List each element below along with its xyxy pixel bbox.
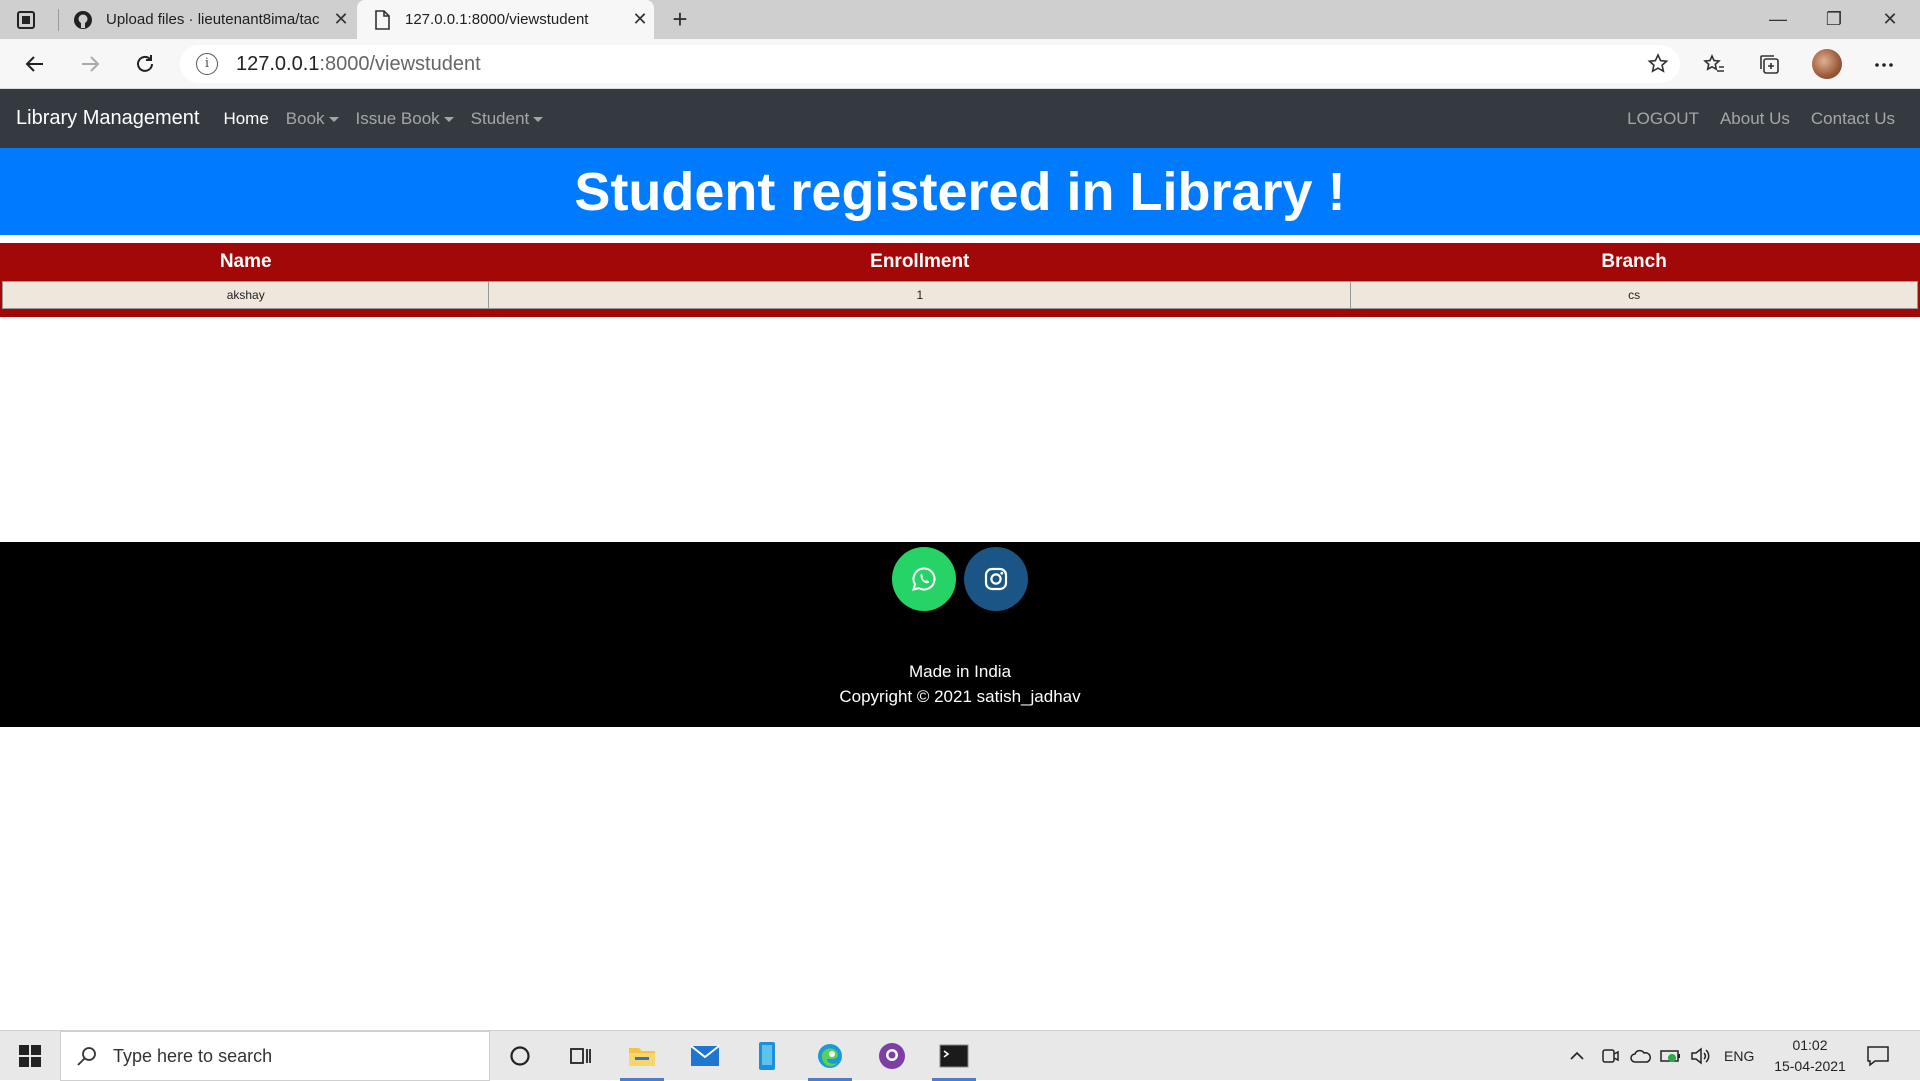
volume-icon[interactable] <box>1690 1031 1712 1081</box>
collections-icon[interactable] <box>1756 51 1784 79</box>
add-favorite-icon[interactable] <box>1646 52 1670 76</box>
terminal-icon[interactable] <box>924 1031 984 1081</box>
favorites-icon[interactable] <box>1700 51 1728 79</box>
instagram-icon[interactable] <box>964 547 1028 611</box>
minimize-icon[interactable]: — <box>1750 0 1806 39</box>
browser-tab-github[interactable]: Upload files · lieutenant8ima/tac ✕ <box>58 0 355 39</box>
phone-app-icon[interactable] <box>737 1031 797 1081</box>
more-options-icon[interactable] <box>1870 51 1898 79</box>
page-banner: Student registered in Library ! <box>0 148 1920 235</box>
nav-student-dropdown[interactable]: Student <box>471 109 544 129</box>
language-indicator[interactable]: ENG <box>1724 1031 1754 1081</box>
caret-down-icon <box>533 116 544 122</box>
caret-down-icon <box>443 116 454 122</box>
nav-book-label: Book <box>285 108 325 128</box>
battery-icon[interactable] <box>1660 1031 1682 1081</box>
site-navbar: Library Management Home Book Issue Book … <box>0 89 1920 148</box>
nav-right-links: LOGOUT About Us Contact Us <box>1606 109 1895 129</box>
windows-start-icon[interactable] <box>0 1031 60 1081</box>
student-table: Name Enrollment Branch akshay 1 cs <box>1 243 1918 309</box>
nav-issue-book-label: Issue Book <box>355 108 440 128</box>
caret-down-icon <box>328 116 339 122</box>
column-header-name: Name <box>219 250 272 272</box>
back-icon[interactable] <box>18 47 52 81</box>
page-title: Student registered in Library ! <box>574 161 1346 222</box>
browser-tab-viewstudent[interactable]: 127.0.0.1:8000/viewstudent ✕ <box>357 0 654 39</box>
new-tab-button[interactable]: + <box>664 4 696 36</box>
tab-title: 127.0.0.1:8000/viewstudent <box>405 11 589 28</box>
restore-icon[interactable]: ❐ <box>1806 0 1862 39</box>
close-tab-icon[interactable]: ✕ <box>327 9 355 30</box>
cortana-icon[interactable] <box>490 1031 550 1081</box>
footer-copyright: Copyright © 2021 satish_jadhav <box>839 687 1081 706</box>
nav-issue-book-dropdown[interactable]: Issue Book <box>356 109 454 129</box>
page-icon <box>371 9 393 31</box>
site-info-icon[interactable]: i <box>196 53 218 75</box>
nav-student-label: Student <box>470 108 530 128</box>
cell-name: akshay <box>1 280 490 309</box>
nav-home[interactable]: Home <box>223 109 268 129</box>
close-window-icon[interactable]: ✕ <box>1862 0 1918 39</box>
nav-about-us[interactable]: About Us <box>1720 109 1790 129</box>
cell-enrollment: 1 <box>488 280 1352 309</box>
notifications-icon[interactable] <box>1866 1031 1890 1081</box>
site-footer: Made in India Copyright © 2021 satish_ja… <box>0 542 1920 727</box>
brand-link[interactable]: Library Management <box>16 107 199 130</box>
github-desktop-icon[interactable] <box>862 1031 922 1081</box>
tab-title: Upload files · lieutenant8ima/tac <box>106 11 320 28</box>
taskbar-search[interactable]: Type here to search <box>60 1031 490 1081</box>
clock-time: 01:02 <box>1792 1037 1828 1053</box>
forward-icon[interactable] <box>73 47 107 81</box>
url-text: 127.0.0.1:8000/viewstudent <box>236 53 481 76</box>
show-hidden-icons[interactable] <box>1568 1031 1586 1081</box>
browser-toolbar: i 127.0.0.1:8000/viewstudent <box>0 39 1920 89</box>
browser-tab-strip: Upload files · lieutenant8ima/tac ✕ 127.… <box>0 0 1920 39</box>
url-host: 127.0.0.1 <box>236 52 320 75</box>
nav-links: Home Book Issue Book Student <box>223 109 560 129</box>
mail-icon[interactable] <box>675 1031 735 1081</box>
windows-taskbar: Type here to search ENG 01:02 15-04-2021 <box>0 1030 1920 1081</box>
nav-contact-us[interactable]: Contact Us <box>1811 109 1895 129</box>
workspaces-icon[interactable] <box>14 8 38 32</box>
github-icon <box>72 9 94 31</box>
task-view-icon[interactable] <box>550 1031 610 1081</box>
whatsapp-icon[interactable] <box>892 547 956 611</box>
search-placeholder: Type here to search <box>113 1045 273 1066</box>
table-row: akshay 1 cs <box>1 280 1918 309</box>
nav-book-dropdown[interactable]: Book <box>286 109 339 129</box>
table-header-row: Name Enrollment Branch <box>3 243 1918 281</box>
file-explorer-icon[interactable] <box>612 1031 672 1081</box>
close-tab-icon[interactable]: ✕ <box>626 9 654 30</box>
cell-branch: cs <box>1350 280 1918 309</box>
clock-date: 15-04-2021 <box>1774 1058 1846 1074</box>
url-path: :8000/viewstudent <box>319 52 481 75</box>
search-icon <box>75 1044 99 1068</box>
student-table-container: Name Enrollment Branch akshay 1 cs <box>0 243 1920 317</box>
nav-logout[interactable]: LOGOUT <box>1627 109 1699 129</box>
profile-avatar[interactable] <box>1812 49 1842 79</box>
taskbar-clock[interactable]: 01:02 15-04-2021 <box>1760 1035 1860 1077</box>
column-header-branch: Branch <box>1601 250 1667 272</box>
meet-now-icon[interactable] <box>1600 1031 1620 1081</box>
refresh-icon[interactable] <box>128 47 162 81</box>
column-header-enrollment: Enrollment <box>870 250 970 272</box>
onedrive-icon[interactable] <box>1630 1031 1652 1081</box>
footer-made-in: Made in India <box>908 662 1012 681</box>
address-bar[interactable]: i 127.0.0.1:8000/viewstudent <box>180 45 1680 83</box>
edge-browser-icon[interactable] <box>800 1031 860 1081</box>
